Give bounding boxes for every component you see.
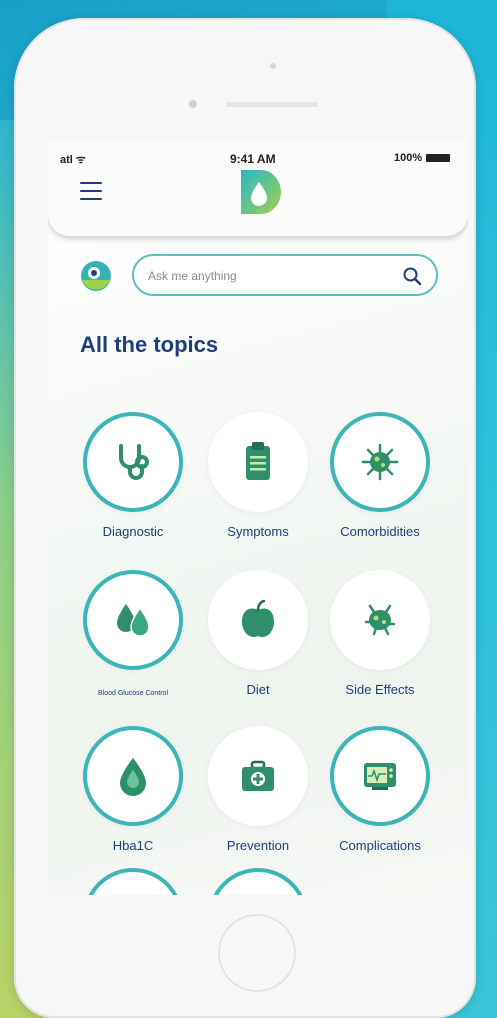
signal-wifi-status: atl ᯤ bbox=[60, 154, 86, 166]
virus-icon bbox=[361, 443, 399, 481]
topic-symptoms[interactable]: Symptoms bbox=[208, 412, 328, 542]
topic-icon-circle bbox=[208, 726, 308, 826]
topic-comorbidities[interactable]: Comorbidities bbox=[330, 412, 450, 542]
app-screen: atl ᯤ 9:41 AM 100% Ask me anything All t… bbox=[48, 140, 468, 895]
topic-icon-circle bbox=[208, 412, 308, 512]
topic-icon-circle bbox=[330, 726, 430, 826]
status-time: 9:41 AM bbox=[230, 152, 276, 166]
search-icon[interactable] bbox=[402, 266, 422, 286]
battery-percent: 100% bbox=[394, 152, 423, 164]
topic-icon-circle bbox=[330, 412, 430, 512]
clipboard-icon bbox=[246, 442, 270, 480]
topic-label: Blood Glucose Control bbox=[97, 690, 169, 697]
front-camera bbox=[270, 63, 276, 69]
first-aid-kit-icon bbox=[242, 760, 274, 791]
topic-diet[interactable]: Diet bbox=[208, 570, 328, 700]
battery-icon bbox=[426, 154, 451, 162]
bacteria-icon bbox=[364, 604, 396, 636]
home-button[interactable] bbox=[218, 914, 296, 992]
topic-label: Comorbidities bbox=[340, 524, 420, 539]
battery-status: 100% bbox=[394, 152, 451, 164]
topic-label: Diet bbox=[246, 682, 270, 697]
topic-icon-circle bbox=[208, 570, 308, 670]
proximity-sensor bbox=[189, 100, 197, 108]
app-logo-icon bbox=[241, 170, 281, 214]
section-title: All the topics bbox=[80, 332, 219, 357]
monitor-icon bbox=[364, 763, 396, 790]
topic-label: Complications bbox=[339, 838, 421, 853]
apple-icon bbox=[242, 599, 274, 638]
topic-diagnostic[interactable]: Diagnostic bbox=[83, 412, 203, 542]
menu-hamburger-icon[interactable] bbox=[80, 182, 102, 200]
stethoscope-icon bbox=[119, 444, 149, 480]
topic-label: Prevention bbox=[226, 838, 290, 853]
topic-label: Symptoms bbox=[227, 524, 289, 539]
topic-prevention[interactable]: Prevention bbox=[208, 726, 328, 856]
topic-complications[interactable]: Complications bbox=[330, 726, 450, 856]
topic-label: Side Effects bbox=[345, 682, 415, 697]
topic-hba1c[interactable]: Hba1C bbox=[83, 726, 203, 856]
assistant-avatar-icon[interactable] bbox=[80, 260, 112, 292]
search-input[interactable] bbox=[148, 266, 388, 286]
topic-label: Hba1C bbox=[112, 838, 154, 853]
search-box[interactable] bbox=[132, 254, 438, 296]
topic-partial-circle[interactable] bbox=[208, 868, 308, 895]
earpiece-speaker bbox=[226, 102, 318, 107]
topic-side-effects[interactable]: Side Effects bbox=[330, 570, 450, 700]
topic-blood-glucose-control[interactable]: Blood Glucose Control bbox=[83, 570, 203, 700]
topic-icon-circle bbox=[330, 570, 430, 670]
topic-label: Diagnostic bbox=[102, 524, 164, 539]
search-row bbox=[80, 254, 440, 296]
topic-icon-circle bbox=[83, 570, 183, 670]
blood-drops-icon bbox=[117, 604, 150, 637]
topic-icon-circle bbox=[83, 726, 183, 826]
topic-partial-circle[interactable] bbox=[83, 868, 183, 895]
topic-icon-circle bbox=[83, 412, 183, 512]
app-header: atl ᯤ 9:41 AM 100% bbox=[48, 140, 468, 236]
drop-icon bbox=[120, 758, 146, 796]
